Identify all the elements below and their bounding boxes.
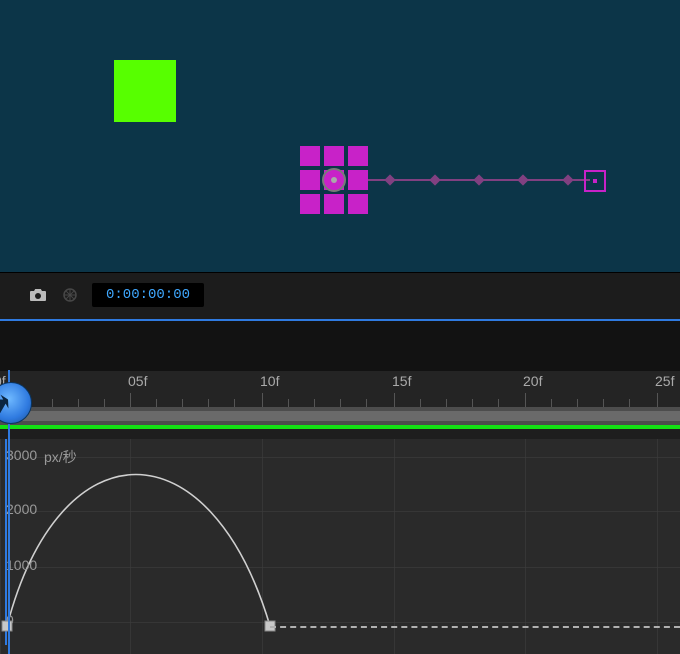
anchor-point-dot-icon	[331, 177, 337, 183]
motion-path-tick	[518, 174, 529, 185]
snapshot-icon[interactable]	[28, 285, 48, 305]
ruler-tick-label: 10f	[260, 373, 279, 389]
graph-y-label: 2000	[6, 501, 37, 517]
work-area-band[interactable]	[0, 407, 680, 439]
toolbar-divider	[0, 319, 680, 321]
preview-toolbar: 0:00:00:00	[0, 272, 680, 321]
motion-path[interactable]	[368, 179, 590, 181]
selected-magenta-layer[interactable]	[300, 146, 368, 214]
ruler-tick-label: 05f	[128, 373, 147, 389]
ruler-tick-label: 15f	[392, 373, 411, 389]
graph-y-unit: px/秒	[44, 447, 77, 467]
graph-keyframe-handle[interactable]	[2, 621, 13, 632]
ruler-tick-label: 20f	[523, 373, 542, 389]
motion-path-tick	[429, 174, 440, 185]
motion-path-end-keyframe[interactable]	[584, 170, 606, 192]
timeline-header-strip	[0, 321, 680, 371]
time-ruler[interactable]: 0f05f10f15f20f25f	[0, 371, 680, 407]
ruler-tick-label: 25f	[655, 373, 674, 389]
graph-flat-segment	[270, 626, 680, 628]
current-time-field[interactable]: 0:00:00:00	[92, 283, 204, 307]
motion-path-tick	[562, 174, 573, 185]
graph-y-label: 3000	[6, 447, 37, 463]
motion-path-tick	[473, 174, 484, 185]
speed-curve[interactable]	[0, 439, 680, 654]
green-layer-shape[interactable]	[114, 60, 176, 122]
graph-y-label: 1000	[6, 557, 37, 573]
aperture-icon[interactable]	[60, 285, 80, 305]
motion-path-tick	[385, 174, 396, 185]
speed-graph-editor[interactable]: 3000 px/秒200010000	[0, 439, 680, 654]
composition-viewport[interactable]	[0, 0, 680, 272]
